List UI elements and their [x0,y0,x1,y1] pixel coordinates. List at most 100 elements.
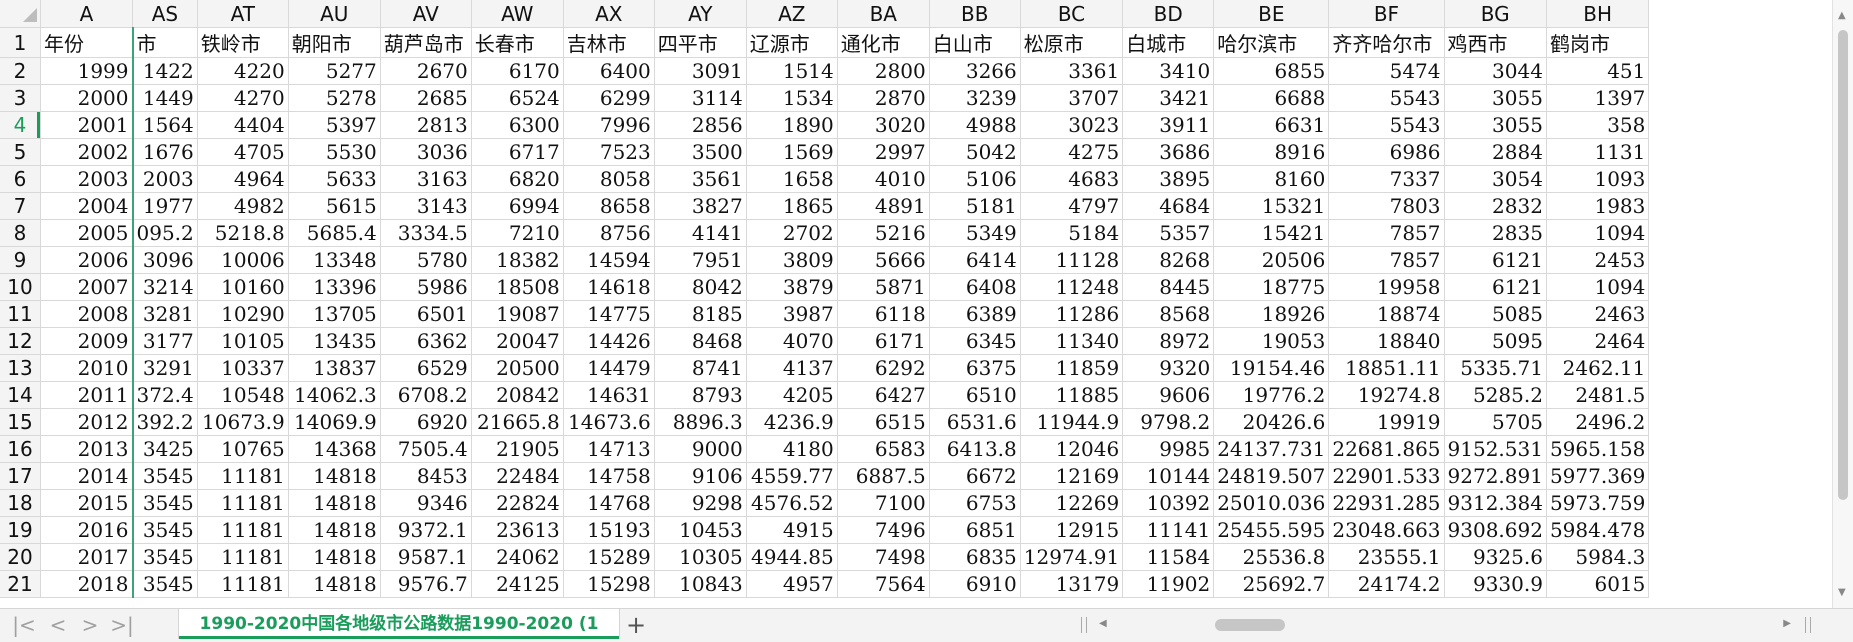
cell[interactable]: 5085 [1444,300,1547,328]
cell[interactable]: 22931.285 [1328,489,1445,517]
cell[interactable]: 6855 [1213,57,1330,85]
cell[interactable]: 1999 [40,57,133,85]
cell[interactable]: 3545 [131,462,198,490]
select-all-corner[interactable] [0,0,41,28]
split-grip-icon[interactable] [1081,617,1087,633]
row-header[interactable]: 16 [0,435,41,463]
cell[interactable]: 6413.8 [929,435,1021,463]
column-header[interactable]: A [40,0,133,28]
cell[interactable]: 10160 [197,273,289,301]
cell[interactable]: 6986 [1328,138,1445,166]
cell[interactable]: 6708.2 [380,381,472,409]
row-header[interactable]: 6 [0,165,41,193]
cell[interactable]: 15193 [563,516,655,544]
row-header[interactable]: 5 [0,138,41,166]
cell[interactable]: 3054 [1444,165,1547,193]
cell[interactable]: 8756 [563,219,655,247]
cell[interactable]: 14062.3 [288,381,381,409]
cell[interactable]: 6345 [929,327,1021,355]
cell[interactable]: 2013 [40,435,133,463]
cell[interactable]: 13396 [288,273,381,301]
cell[interactable]: 11181 [197,570,289,598]
cell[interactable]: 8445 [1122,273,1215,301]
cell[interactable]: 14818 [288,570,381,598]
cell[interactable]: 5042 [929,138,1021,166]
cell[interactable]: 1983 [1546,192,1650,220]
cell[interactable]: 6994 [471,192,564,220]
cell[interactable]: 鸡西市 [1444,27,1547,58]
cell[interactable]: 19274.8 [1328,381,1445,409]
cell[interactable]: 7505.4 [380,435,472,463]
cell[interactable]: 4010 [837,165,930,193]
cell[interactable]: 2800 [837,57,930,85]
cell[interactable]: 白城市 [1122,27,1215,58]
cell[interactable]: 23613 [471,516,564,544]
cell[interactable]: 5984.3 [1546,543,1650,571]
cell[interactable]: 1865 [746,192,838,220]
cell[interactable]: 24174.2 [1328,570,1445,598]
row-header[interactable]: 9 [0,246,41,274]
cell[interactable]: 6515 [837,408,930,436]
cell[interactable]: 4797 [1020,192,1124,220]
cell[interactable]: 10392 [1122,489,1215,517]
cell[interactable]: 12046 [1020,435,1124,463]
cell[interactable]: 年份 [40,27,133,58]
cell[interactable]: 4576.52 [746,489,838,517]
cell[interactable]: 9985 [1122,435,1215,463]
cell[interactable]: 5871 [837,273,930,301]
cell[interactable]: 1569 [746,138,838,166]
cell[interactable]: 9330.9 [1444,570,1547,598]
cell[interactable]: 6688 [1213,84,1330,112]
cell[interactable]: 12974.91 [1020,543,1124,571]
cell[interactable]: 4683 [1020,165,1124,193]
cell[interactable]: 1534 [746,84,838,112]
cell[interactable]: 10337 [197,354,289,382]
cell[interactable]: 5965.158 [1546,435,1650,463]
cell[interactable]: 5705 [1444,408,1547,436]
cell[interactable]: 2856 [654,111,747,139]
cell[interactable]: 2462.11 [1546,354,1650,382]
cell[interactable]: 5977.369 [1546,462,1650,490]
cell[interactable]: 20506 [1213,246,1330,274]
cell[interactable]: 358 [1546,111,1650,139]
cell[interactable]: 5986 [380,273,472,301]
cell[interactable]: 1094 [1546,273,1650,301]
cell[interactable]: 6292 [837,354,930,382]
cell[interactable]: 11340 [1020,327,1124,355]
cell[interactable]: 2997 [837,138,930,166]
cell[interactable]: 6299 [563,84,655,112]
cell[interactable]: 8793 [654,381,747,409]
cell[interactable]: 7498 [837,543,930,571]
cell[interactable]: 3911 [1122,111,1215,139]
cell[interactable]: 5666 [837,246,930,274]
cell[interactable]: 6389 [929,300,1021,328]
cell[interactable]: 10144 [1122,462,1215,490]
cell[interactable]: 齐齐哈尔市 [1328,27,1445,58]
cell[interactable]: 18926 [1213,300,1330,328]
cell[interactable]: 3044 [1444,57,1547,85]
cell[interactable]: 6414 [929,246,1021,274]
cell[interactable]: 19154.46 [1213,354,1330,382]
cell[interactable]: 5633 [288,165,381,193]
cell[interactable]: 3143 [380,192,472,220]
cell[interactable]: 3421 [1122,84,1215,112]
cell[interactable]: 13435 [288,327,381,355]
cell[interactable]: 9606 [1122,381,1215,409]
cell[interactable]: 1564 [131,111,198,139]
cell[interactable]: 14818 [288,489,381,517]
row-header[interactable]: 14 [0,381,41,409]
cell[interactable]: 1094 [1546,219,1650,247]
cell[interactable]: 2813 [380,111,472,139]
cell[interactable]: 6753 [929,489,1021,517]
cell[interactable]: 15289 [563,543,655,571]
cell[interactable]: 长春市 [471,27,564,58]
cell[interactable]: 19919 [1328,408,1445,436]
cell[interactable]: 1131 [1546,138,1650,166]
cell[interactable]: 5218.8 [197,219,289,247]
column-header[interactable]: BD [1122,0,1215,28]
cell[interactable]: 1514 [746,57,838,85]
cell[interactable]: 6920 [380,408,472,436]
cell[interactable]: 6121 [1444,273,1547,301]
cell[interactable]: 14818 [288,543,381,571]
cell[interactable]: 18382 [471,246,564,274]
